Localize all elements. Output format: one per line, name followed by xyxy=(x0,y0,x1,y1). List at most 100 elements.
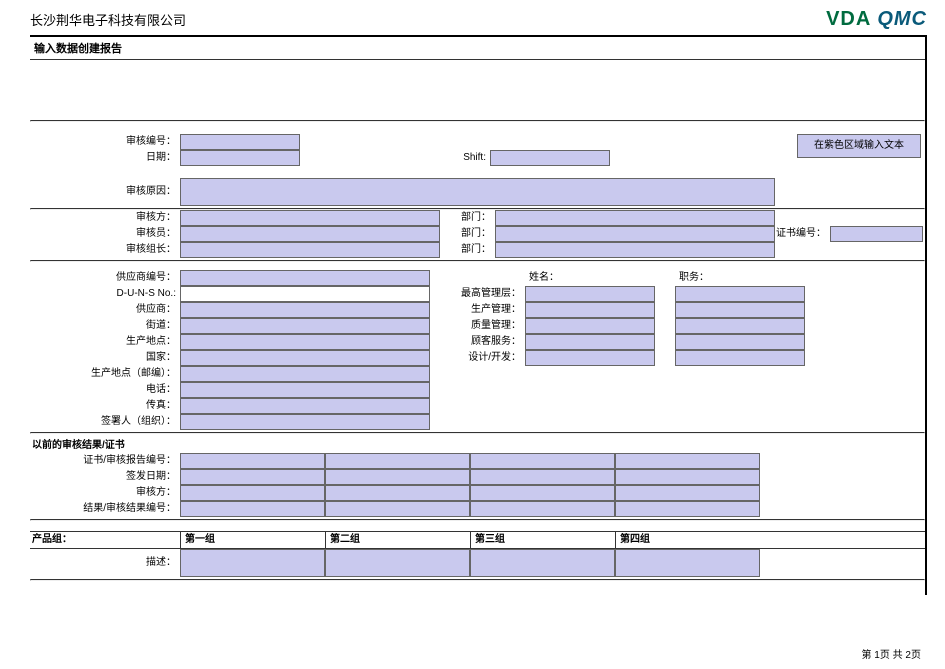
field-cert-rep-1[interactable] xyxy=(180,453,325,469)
col-group3: 第三组 xyxy=(470,532,615,548)
field-audby-3[interactable] xyxy=(470,485,615,501)
label-audit-reason: 审核原因： xyxy=(30,178,180,206)
col-group2: 第二组 xyxy=(325,532,470,548)
field-cert-rep-2[interactable] xyxy=(325,453,470,469)
label-audited-by: 审核方： xyxy=(30,485,180,501)
field-res-4[interactable] xyxy=(615,501,760,517)
col-group4: 第四组 xyxy=(615,532,760,548)
label-result-no: 结果/审核结果编号： xyxy=(30,501,180,517)
label-prod-mgmt: 生产管理： xyxy=(450,302,525,318)
logo-block: VDA QMC xyxy=(826,8,927,31)
audit-id-block: 审核编号： 在紫色区域输入文本 日期： Shift: xyxy=(30,134,925,166)
label-design-dev: 设计/开发： xyxy=(450,350,525,366)
field-dept-3[interactable] xyxy=(495,242,775,258)
field-phone[interactable] xyxy=(180,382,430,398)
label-shift: Shift: xyxy=(440,150,490,166)
field-res-3[interactable] xyxy=(470,501,615,517)
field-street[interactable] xyxy=(180,318,430,334)
label-prod-site: 生产地点： xyxy=(30,334,180,350)
field-issue-4[interactable] xyxy=(615,469,760,485)
field-supplier[interactable] xyxy=(180,302,430,318)
label-team-leader: 审核组长： xyxy=(30,242,180,258)
field-quality-mgmt-title[interactable] xyxy=(675,318,805,334)
page-header: 长沙荆华电子科技有限公司 VDA QMC xyxy=(0,0,945,33)
field-prod-site[interactable] xyxy=(180,334,430,350)
field-audby-2[interactable] xyxy=(325,485,470,501)
field-issue-2[interactable] xyxy=(325,469,470,485)
field-cert-rep-3[interactable] xyxy=(470,453,615,469)
label-phone: 电话： xyxy=(30,382,180,398)
contacts-column: 姓名： 职务： 最高管理层： 生产管理： 质量管理： xyxy=(450,270,925,430)
field-date[interactable] xyxy=(180,150,300,166)
field-desc-2[interactable] xyxy=(325,549,470,577)
report-frame: 输入数据创建报告 审核编号： 在紫色区域输入文本 日期： Shift: xyxy=(30,35,927,595)
field-cust-service-name[interactable] xyxy=(525,334,655,350)
field-audit-party[interactable] xyxy=(180,210,440,226)
field-desc-4[interactable] xyxy=(615,549,760,577)
field-quality-mgmt-name[interactable] xyxy=(525,318,655,334)
label-signer-org: 签署人（组织）： xyxy=(30,414,180,430)
label-country: 国家： xyxy=(30,350,180,366)
field-design-dev-title[interactable] xyxy=(675,350,805,366)
field-cust-service-title[interactable] xyxy=(675,334,805,350)
prev-section-title: 以前的审核结果/证书 xyxy=(30,434,925,453)
label-description: 描述： xyxy=(30,549,180,577)
label-date: 日期： xyxy=(30,150,180,166)
field-dept-1[interactable] xyxy=(495,210,775,226)
label-fax: 传真： xyxy=(30,398,180,414)
field-res-2[interactable] xyxy=(325,501,470,517)
company-name: 长沙荆华电子科技有限公司 xyxy=(30,10,186,29)
field-supplier-no[interactable] xyxy=(180,270,430,286)
field-country[interactable] xyxy=(180,350,430,366)
field-design-dev-name[interactable] xyxy=(525,350,655,366)
label-prod-site-zip: 生产地点（邮编）： xyxy=(30,366,180,382)
field-cert-rep-4[interactable] xyxy=(615,453,760,469)
label-audit-party: 审核方： xyxy=(30,210,180,226)
label-cert-no: 证书编号： xyxy=(775,226,830,242)
field-issue-1[interactable] xyxy=(180,469,325,485)
label-top-mgmt: 最高管理层： xyxy=(450,286,525,302)
field-prod-mgmt-title[interactable] xyxy=(675,302,805,318)
page-title: 输入数据创建报告 xyxy=(30,37,925,60)
field-issue-3[interactable] xyxy=(470,469,615,485)
vda-logo: VDA xyxy=(826,8,871,31)
field-cert-no[interactable] xyxy=(830,226,923,242)
field-audit-no[interactable] xyxy=(180,134,300,150)
col-group1: 第一组 xyxy=(180,532,325,548)
field-signer-org[interactable] xyxy=(180,414,430,430)
col-header-name: 姓名： xyxy=(525,270,655,286)
field-prod-site-zip[interactable] xyxy=(180,366,430,382)
field-audby-4[interactable] xyxy=(615,485,760,501)
field-top-mgmt-name[interactable] xyxy=(525,286,655,302)
field-prod-mgmt-name[interactable] xyxy=(525,302,655,318)
page-footer: 第 1页 共 2页 xyxy=(862,646,921,661)
field-desc-3[interactable] xyxy=(470,549,615,577)
label-duns: D-U-N-S No.: xyxy=(30,286,180,302)
qmc-logo: QMC xyxy=(877,8,927,31)
field-team-leader[interactable] xyxy=(180,242,440,258)
field-res-1[interactable] xyxy=(180,501,325,517)
field-auditor[interactable] xyxy=(180,226,440,242)
field-duns[interactable] xyxy=(180,286,430,302)
col-header-title: 职务： xyxy=(675,270,805,286)
label-cert-report-no: 证书/审核报告编号： xyxy=(30,453,180,469)
page: 长沙荆华电子科技有限公司 VDA QMC 输入数据创建报告 审核编号： 在紫色区… xyxy=(0,0,945,669)
label-product-group: 产品组： xyxy=(30,532,180,548)
field-fax[interactable] xyxy=(180,398,430,414)
field-dept-2[interactable] xyxy=(495,226,775,242)
blank-area xyxy=(30,60,925,120)
supplier-column: 供应商编号： D-U-N-S No.: 供应商： 街道： 生产地点： xyxy=(30,270,450,430)
supplier-contacts-block: 供应商编号： D-U-N-S No.: 供应商： 街道： 生产地点： xyxy=(30,270,925,430)
field-top-mgmt-title[interactable] xyxy=(675,286,805,302)
label-supplier: 供应商： xyxy=(30,302,180,318)
field-audit-reason[interactable] xyxy=(180,178,775,206)
label-issue-date: 签发日期： xyxy=(30,469,180,485)
label-street: 街道： xyxy=(30,318,180,334)
label-dept-1: 部门： xyxy=(440,210,495,226)
label-auditor: 审核员： xyxy=(30,226,180,242)
field-shift[interactable] xyxy=(490,150,610,166)
label-supplier-no: 供应商编号： xyxy=(30,270,180,286)
field-audby-1[interactable] xyxy=(180,485,325,501)
field-desc-1[interactable] xyxy=(180,549,325,577)
label-cust-service: 顾客服务： xyxy=(450,334,525,350)
